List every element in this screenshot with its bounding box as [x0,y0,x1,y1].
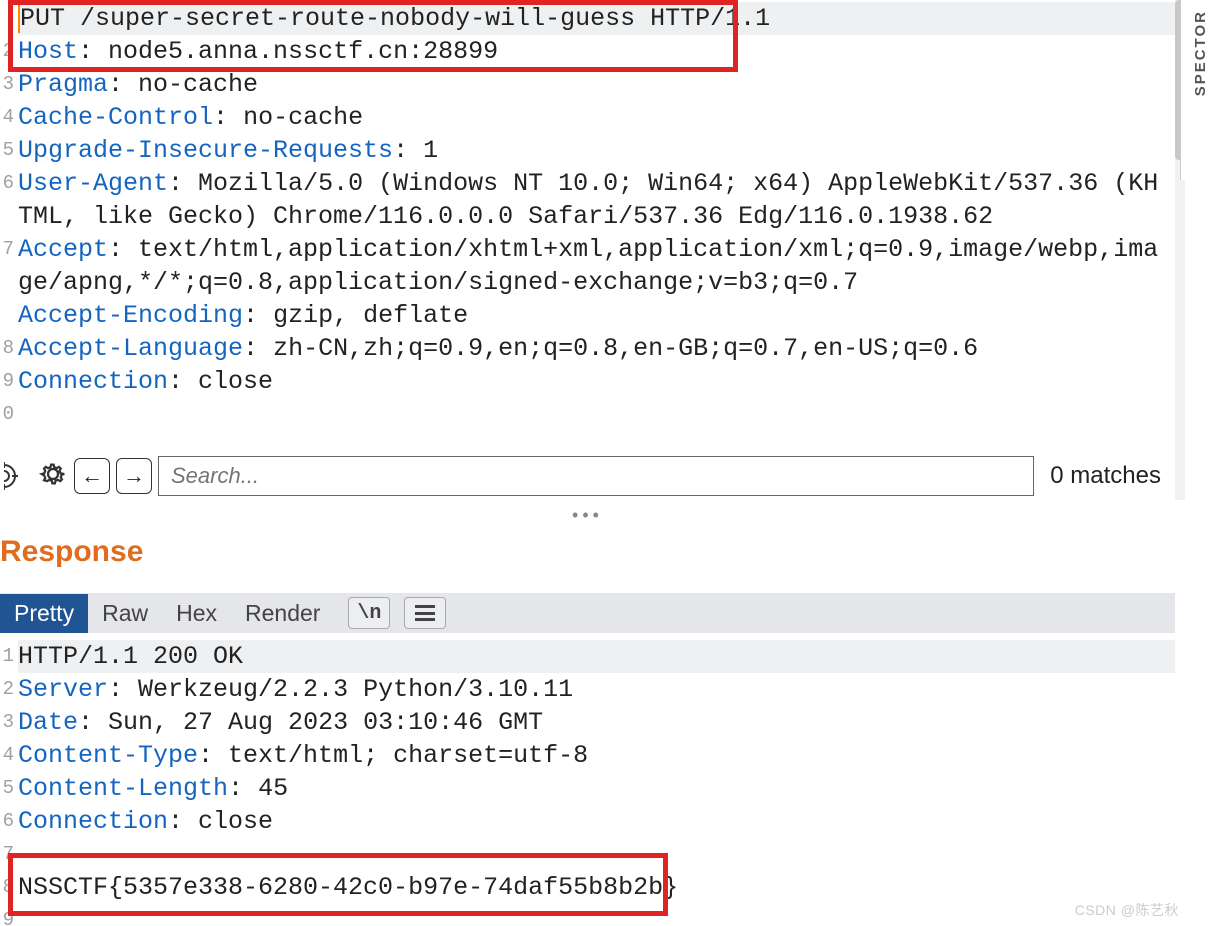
tab-raw[interactable]: Raw [88,594,162,633]
inspector-side-tab[interactable]: SPECTOR [1180,0,1219,180]
target-icon[interactable] [4,458,32,494]
header-user-agent[interactable]: 6User-Agent: Mozilla/5.0 (Windows NT 10.… [18,167,1175,233]
resp-header-connection[interactable]: 6Connection: close [18,805,1175,838]
header-pragma[interactable]: 3Pragma: no-cache [18,68,1175,101]
match-count: 0 matches [1040,462,1171,490]
header-connection[interactable]: 0Connection: close [18,365,1175,398]
header-accept-encoding[interactable]: 8Accept-Encoding: gzip, deflate [18,299,1175,332]
resp-header-content-length[interactable]: 5Content-Length: 45 [18,772,1175,805]
tab-pretty[interactable]: Pretty [0,594,88,633]
tab-hex[interactable]: Hex [162,594,231,633]
response-status-line[interactable]: 1HTTP/1.1 200 OK [18,640,1175,673]
pane-resize-handle[interactable]: ••• [0,505,1175,526]
next-match-button[interactable]: → [116,458,152,494]
header-upgrade-insecure-requests[interactable]: 5Upgrade-Insecure-Requests: 1 [18,134,1175,167]
resp-header-server[interactable]: 2Server: Werkzeug/2.2.3 Python/3.10.11 [18,673,1175,706]
response-section-title: Response [0,535,143,569]
annotation-box-flag [8,853,668,916]
header-accept-language[interactable]: 9Accept-Language: zh-CN,zh;q=0.9,en;q=0.… [18,332,1175,365]
tab-render[interactable]: Render [231,594,334,633]
arrow-right-icon: → [123,463,145,489]
search-toolbar: ← → 0 matches [0,450,1175,502]
hamburger-button[interactable] [404,597,446,629]
resp-header-date[interactable]: 3Date: Sun, 27 Aug 2023 03:10:46 GMT [18,706,1175,739]
header-cache-control[interactable]: 4Cache-Control: no-cache [18,101,1175,134]
annotation-box-request-line [8,0,738,72]
editor-viewport: PUT /super-secret-route-nobody-will-gues… [0,0,1180,926]
arrow-left-icon: ← [81,463,103,489]
prev-match-button[interactable]: ← [74,458,110,494]
header-accept[interactable]: 7Accept: text/html,application/xhtml+xml… [18,233,1175,299]
search-input[interactable] [158,456,1034,496]
show-newlines-button[interactable]: \n [348,597,390,629]
watermark: CSDN @陈艺秋 [1075,900,1179,920]
resp-header-content-type[interactable]: 4Content-Type: text/html; charset=utf-8 [18,739,1175,772]
hamburger-icon [415,605,435,621]
response-tabs: Pretty Raw Hex Render \n [0,593,1175,633]
inspector-label: SPECTOR [1192,10,1209,96]
gear-icon[interactable] [38,459,68,494]
